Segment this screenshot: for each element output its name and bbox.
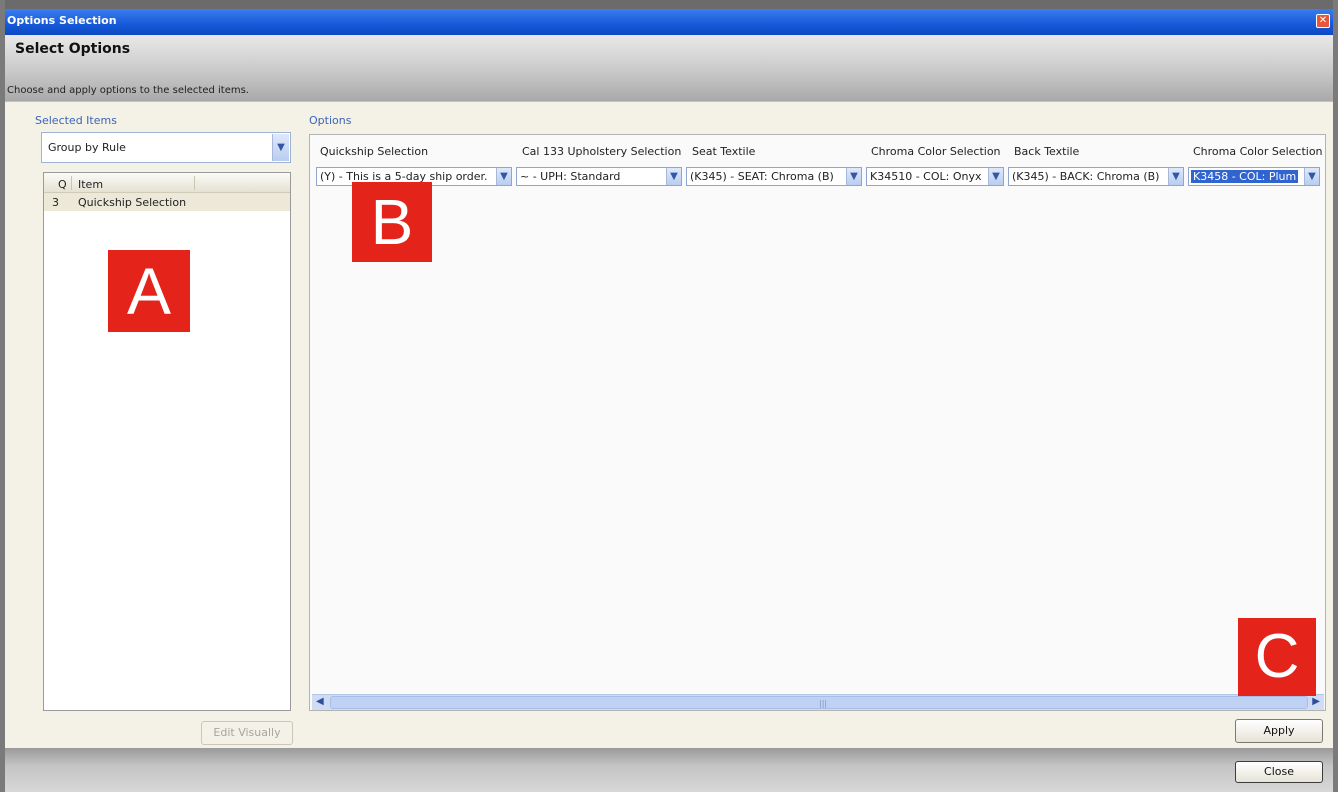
edit-visually-button[interactable]: Edit Visually <box>201 721 293 745</box>
group-by-value: Group by Rule <box>48 141 126 154</box>
chevron-down-icon[interactable]: ▼ <box>846 168 861 185</box>
column-header-back-textile: Back Textile <box>1014 145 1080 158</box>
horizontal-scrollbar[interactable]: ◀ ||| ▶ <box>312 694 1324 710</box>
column-header-seat-textile: Seat Textile <box>692 145 756 158</box>
dialog-footer: Close <box>5 748 1333 792</box>
chevron-down-icon[interactable]: ▼ <box>1168 168 1183 185</box>
chroma-color-select-2[interactable]: K3458 - COL: Plum ▼ <box>1188 167 1320 186</box>
column-header-quickship: Quickship Selection <box>320 145 429 158</box>
chroma-color-select-1[interactable]: K34510 - COL: Onyx ▼ <box>866 167 1004 186</box>
scrollbar-thumb[interactable]: ||| <box>330 696 1308 709</box>
chevron-down-icon[interactable]: ▼ <box>666 168 681 185</box>
group-by-select[interactable]: Group by Rule ▼ <box>41 132 291 163</box>
marker-c: C <box>1238 618 1316 696</box>
back-textile-select[interactable]: (K345) - BACK: Chroma (B) ▼ <box>1008 167 1184 186</box>
chroma-color-value-2: K3458 - COL: Plum <box>1191 170 1299 183</box>
column-divider <box>194 176 195 190</box>
column-header-q[interactable]: Q <box>58 178 67 191</box>
dialog-header: Select Options Choose and apply options … <box>5 35 1333 101</box>
column-header-chroma-color-1: Chroma Color Selection <box>871 145 1001 158</box>
close-window-icon[interactable]: ✕ <box>1316 14 1330 28</box>
chevron-down-icon[interactable]: ▼ <box>272 134 289 161</box>
chroma-color-value-1: K34510 - COL: Onyx <box>870 170 982 183</box>
back-textile-value: (K345) - BACK: Chroma (B) <box>1012 170 1160 183</box>
title-bar: Options Selection ✕ <box>5 9 1333 35</box>
window-title: Options Selection <box>7 14 117 27</box>
upholstery-select[interactable]: ~ - UPH: Standard ▼ <box>516 167 682 186</box>
item-name: Quickship Selection <box>78 196 187 209</box>
options-label: Options <box>309 114 352 127</box>
marker-a: A <box>108 250 190 332</box>
column-header-chroma-color-2: Chroma Color Selection <box>1193 145 1323 158</box>
arrow-right-icon[interactable]: ▶ <box>1312 696 1320 707</box>
close-button[interactable]: Close <box>1235 761 1323 783</box>
list-header: Q Item <box>44 173 290 193</box>
marker-b: B <box>352 182 432 262</box>
dialog-subtitle: Choose and apply options to the selected… <box>7 85 249 96</box>
seat-textile-select[interactable]: (K345) - SEAT: Chroma (B) ▼ <box>686 167 862 186</box>
upholstery-value: ~ - UPH: Standard <box>520 170 621 183</box>
options-panel: Quickship Selection Cal 133 Upholstery S… <box>309 134 1326 711</box>
list-item[interactable]: 3 Quickship Selection <box>44 193 290 211</box>
options-selection-window: Options Selection ✕ Select Options Choos… <box>0 0 1338 792</box>
column-header-upholstery: Cal 133 Upholstery Selection <box>522 145 682 158</box>
column-divider <box>71 176 72 190</box>
column-header-item[interactable]: Item <box>78 178 103 191</box>
seat-textile-value: (K345) - SEAT: Chroma (B) <box>690 170 834 183</box>
chevron-down-icon[interactable]: ▼ <box>1304 168 1319 185</box>
chevron-down-icon[interactable]: ▼ <box>988 168 1003 185</box>
item-quantity: 3 <box>52 196 59 209</box>
selected-items-label: Selected Items <box>35 114 117 127</box>
apply-button[interactable]: Apply <box>1235 719 1323 743</box>
scroll-grip-icon: ||| <box>819 699 828 708</box>
dialog-content: Selected Items Group by Rule ▼ Q Item 3 … <box>5 101 1333 748</box>
chevron-down-icon[interactable]: ▼ <box>496 168 511 185</box>
dialog-title: Select Options <box>15 41 131 57</box>
arrow-left-icon[interactable]: ◀ <box>316 696 324 707</box>
